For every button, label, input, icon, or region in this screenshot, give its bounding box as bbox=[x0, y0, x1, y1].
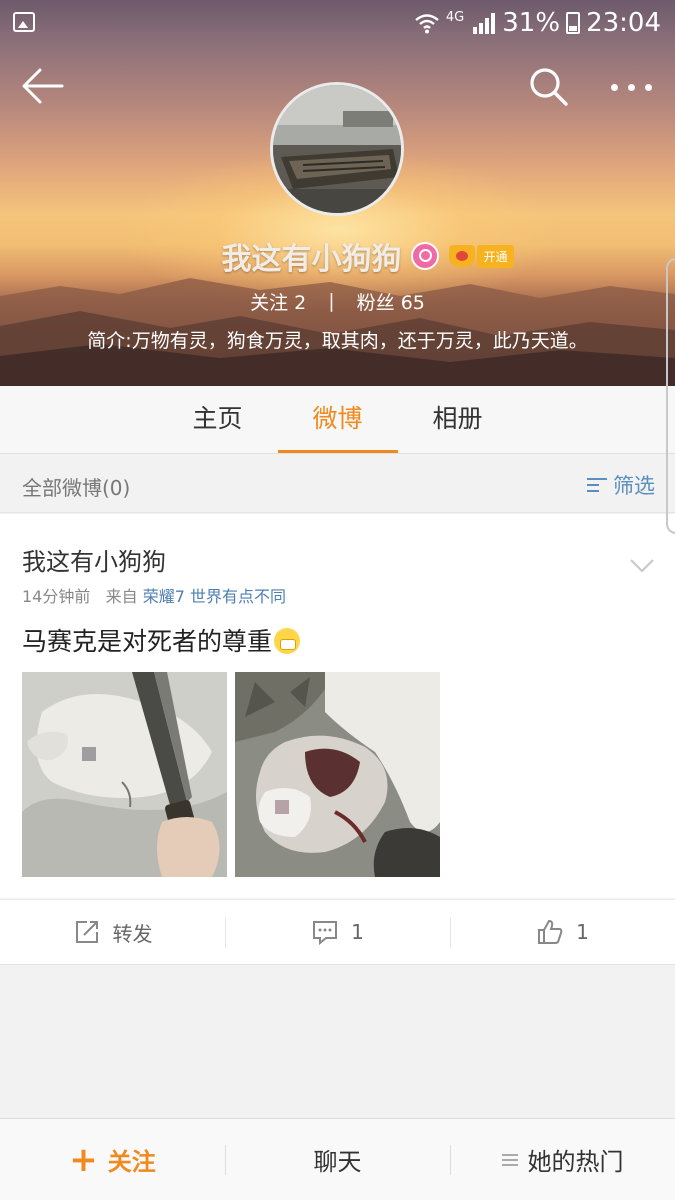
wifi-icon bbox=[415, 14, 439, 34]
post-text-body: 马赛克是对死者的尊重 bbox=[22, 627, 273, 656]
like-count: 1 bbox=[576, 920, 589, 944]
back-arrow-icon[interactable] bbox=[20, 66, 64, 106]
filter-bar: 全部微博(0) 筛选 bbox=[0, 455, 675, 513]
post-time: 14分钟前 bbox=[22, 587, 91, 606]
post-image-1[interactable] bbox=[22, 672, 227, 877]
post-photo-1 bbox=[22, 672, 227, 877]
comment-icon bbox=[313, 921, 338, 946]
thumbs-up-icon bbox=[538, 919, 563, 944]
post-from-label: 来自 bbox=[105, 587, 138, 606]
post-author[interactable]: 我这有小狗狗 bbox=[22, 542, 166, 577]
repost-icon bbox=[75, 921, 98, 943]
all-posts-count: 全部微博(0) bbox=[22, 476, 131, 500]
plus-icon: + bbox=[69, 1139, 98, 1180]
following-label: 关注 bbox=[250, 291, 289, 314]
post-meta: 14分钟前 来自 荣耀7 世界有点不同 bbox=[22, 583, 286, 607]
post-card[interactable]: 我这有小狗狗 14分钟前 来自 荣耀7 世界有点不同 马赛克是对死者的尊重 bbox=[0, 514, 675, 898]
follow-button[interactable]: + 关注 bbox=[0, 1119, 225, 1200]
post-actions: 转发 1 1 bbox=[0, 899, 675, 965]
chat-button[interactable]: 聊天 bbox=[225, 1119, 450, 1200]
female-gender-icon bbox=[411, 242, 440, 270]
following-stat[interactable]: 关注 2 bbox=[250, 288, 306, 315]
signal-icon bbox=[473, 13, 496, 34]
chevron-down-icon[interactable] bbox=[630, 554, 654, 578]
vip-open-label: 开通 bbox=[477, 244, 514, 268]
bottom-action-bar: + 关注 聊天 她的热门 bbox=[0, 1118, 675, 1200]
avatar[interactable] bbox=[270, 82, 404, 216]
vip-badge[interactable]: 开通 bbox=[449, 244, 514, 268]
clock: 23:04 bbox=[586, 8, 661, 38]
avatar-boat-photo bbox=[273, 85, 401, 213]
repost-label: 转发 bbox=[112, 921, 153, 946]
filter-icon bbox=[587, 476, 609, 494]
post-photo-2 bbox=[235, 672, 440, 877]
fans-label: 粉丝 bbox=[356, 291, 395, 314]
fans-count: 65 bbox=[400, 291, 425, 314]
mask-emoji-icon bbox=[274, 628, 301, 654]
status-bar: 4G 31% 23:04 bbox=[0, 0, 675, 46]
comment-button[interactable]: 1 bbox=[225, 900, 450, 964]
profile-tabs: 主页 微博 相册 bbox=[0, 386, 675, 454]
post-source[interactable]: 荣耀7 世界有点不同 bbox=[143, 587, 286, 606]
filter-button[interactable]: 筛选 bbox=[587, 470, 655, 500]
filter-label: 筛选 bbox=[613, 474, 655, 498]
comment-count: 1 bbox=[351, 920, 364, 944]
profile-name: 我这有小狗狗 bbox=[221, 242, 402, 277]
stats-separator: | bbox=[328, 290, 335, 312]
search-icon[interactable] bbox=[528, 66, 570, 108]
profile-cover: 4G 31% 23:04 我这有小狗狗 开通 关注 2 | 粉丝 65 简介:万… bbox=[0, 0, 675, 386]
following-count: 2 bbox=[294, 291, 307, 314]
gallery-notification-icon bbox=[13, 12, 35, 32]
post-text: 马赛克是对死者的尊重 bbox=[22, 622, 301, 658]
tab-album[interactable]: 相册 bbox=[398, 386, 518, 453]
profile-bio: 简介:万物有灵，狗食万灵，取其肉，还于万灵，此乃天道。 bbox=[87, 330, 588, 352]
tab-home[interactable]: 主页 bbox=[158, 386, 278, 453]
tab-weibo[interactable]: 微博 bbox=[277, 386, 398, 453]
follow-stats: 关注 2 | 粉丝 65 bbox=[0, 286, 675, 316]
repost-button[interactable]: 转发 bbox=[0, 900, 225, 964]
like-button[interactable]: 1 bbox=[450, 900, 675, 964]
her-hot-button[interactable]: 她的热门 bbox=[450, 1119, 675, 1200]
chat-label: 聊天 bbox=[313, 1148, 362, 1176]
menu-lines-icon bbox=[501, 1153, 518, 1167]
her-hot-label: 她的热门 bbox=[527, 1148, 624, 1176]
vip-crown-icon bbox=[449, 245, 476, 267]
follow-label: 关注 bbox=[107, 1148, 156, 1176]
battery-icon bbox=[566, 12, 581, 34]
post-image-2[interactable] bbox=[235, 672, 440, 877]
edge-panel-handle[interactable] bbox=[666, 258, 675, 534]
network-type: 4G bbox=[445, 10, 465, 25]
more-options-icon[interactable] bbox=[606, 74, 656, 100]
battery-percent: 31% bbox=[502, 8, 561, 38]
fans-stat[interactable]: 粉丝 65 bbox=[357, 288, 425, 315]
